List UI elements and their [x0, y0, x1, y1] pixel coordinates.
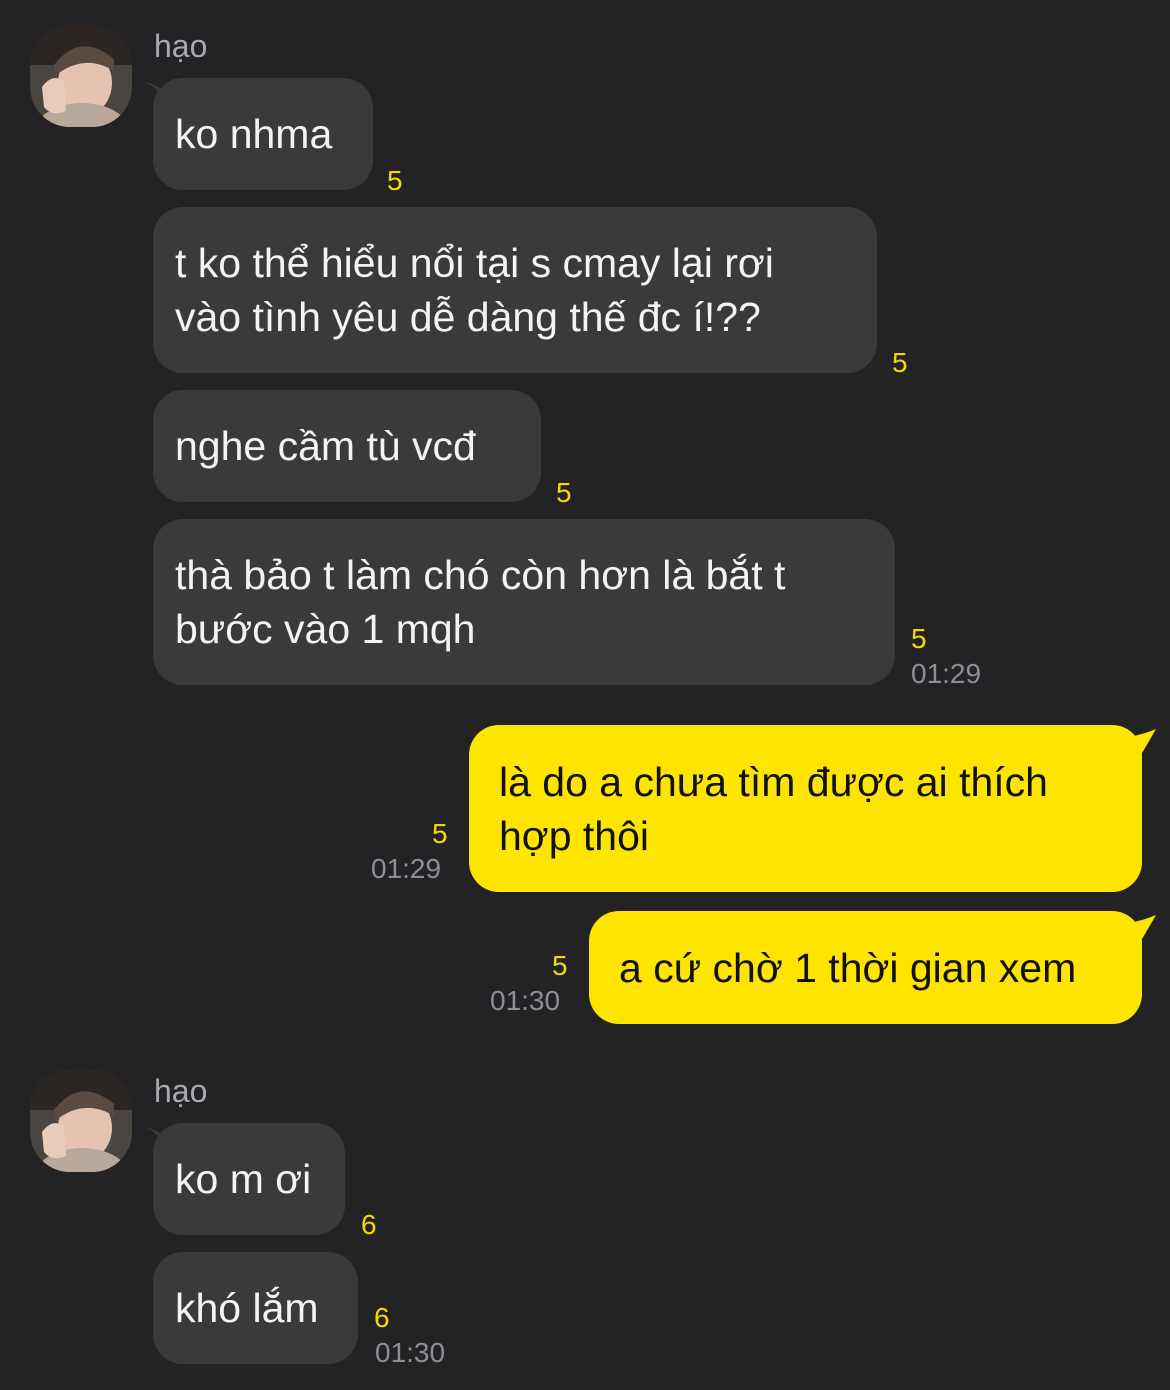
profile-photo — [30, 1070, 132, 1172]
unread-count: 5 — [892, 347, 908, 378]
message-text: vào tình yêu dễ dàng thế đc í!?? — [175, 294, 761, 340]
avatar[interactable] — [30, 1070, 132, 1172]
message-text: a cứ chờ 1 thời gian xem — [619, 944, 1077, 991]
timestamp: 01:30 — [375, 1337, 446, 1368]
avatar[interactable] — [30, 25, 132, 127]
incoming-message-bubble[interactable]: ko nhma — [153, 78, 373, 190]
unread-count: 5 — [432, 818, 448, 849]
unread-count: 6 — [374, 1302, 390, 1333]
message-text: hợp thôi — [499, 812, 649, 859]
message-text: là do a chưa tìm được ai thích — [499, 758, 1048, 805]
message-text: thà bảo t làm chó còn hơn là bắt t — [175, 552, 786, 598]
sender-name: hạo — [154, 28, 208, 64]
message-text: bước vào 1 mqh — [175, 606, 476, 652]
incoming-message-bubble[interactable]: thà bảo t làm chó còn hơn là bắt t bước … — [153, 519, 895, 685]
timestamp: 01:30 — [490, 985, 561, 1016]
sender-name: hạo — [154, 1073, 208, 1109]
timestamp: 01:29 — [911, 658, 982, 689]
unread-count: 6 — [361, 1209, 377, 1240]
unread-count: 5 — [552, 950, 568, 981]
unread-count: 5 — [911, 623, 927, 654]
message-text: khó lắm — [175, 1285, 319, 1331]
outgoing-message-bubble[interactable]: là do a chưa tìm được ai thích hợp thôi — [469, 725, 1142, 892]
unread-count: 5 — [387, 165, 403, 196]
message-text: nghe cầm tù vcđ — [175, 423, 476, 469]
timestamp: 01:29 — [371, 853, 442, 884]
message-text: ko nhma — [175, 111, 333, 157]
profile-photo — [30, 25, 132, 127]
outgoing-message-bubble[interactable]: a cứ chờ 1 thời gian xem — [589, 911, 1142, 1024]
incoming-message-bubble[interactable]: khó lắm — [153, 1252, 358, 1364]
incoming-message-bubble[interactable]: ko m ơi — [153, 1123, 345, 1235]
incoming-message-bubble[interactable]: nghe cầm tù vcđ — [153, 390, 541, 502]
unread-count: 5 — [556, 477, 572, 508]
incoming-message-bubble[interactable]: t ko thể hiểu nổi tại s cmay lại rơi vào… — [153, 207, 877, 373]
message-text: t ko thể hiểu nổi tại s cmay lại rơi — [175, 240, 774, 286]
message-text: ko m ơi — [175, 1156, 312, 1202]
